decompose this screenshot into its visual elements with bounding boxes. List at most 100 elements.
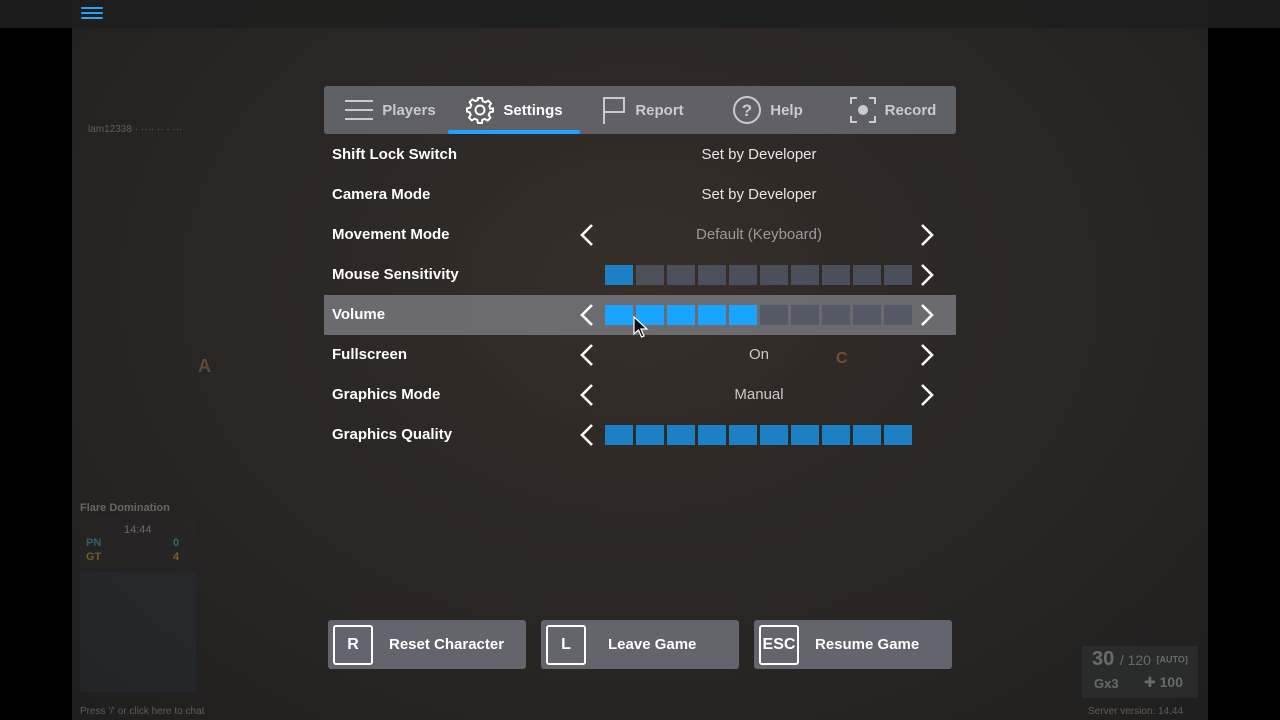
slider-segment[interactable] [791,265,819,285]
graphics-quality-slider[interactable] [605,425,912,445]
chevron-right-icon[interactable] [915,303,939,327]
slider-segment[interactable] [729,265,757,285]
mouse-cursor-icon [633,315,649,338]
team-pn-label: PN [86,537,102,549]
keycap-esc: ESC [759,624,799,665]
slider-segment[interactable] [884,265,912,285]
setting-value: Manual [734,386,784,403]
slider-segment[interactable] [605,305,633,325]
chevron-left-icon[interactable] [575,303,599,327]
slider-segment[interactable] [698,265,726,285]
chevron-left-icon[interactable] [575,343,599,367]
team-gt-score: 4 [173,551,180,563]
slider-segment[interactable] [853,425,881,445]
tab-help[interactable]: ? Help [705,86,830,134]
server-version: Server version: 14.44 [1088,706,1184,717]
slider-segment[interactable] [698,305,726,325]
slider-segment[interactable] [636,265,664,285]
setting-fullscreen[interactable]: Fullscreen On [324,335,956,375]
question-circle-icon: ? [732,95,762,125]
slider-segment[interactable] [822,265,850,285]
tab-report-label: Report [635,101,684,119]
reset-character-button[interactable]: R Reset Character [328,620,526,669]
setting-label: Shift Lock Switch [332,146,458,163]
slider-segment[interactable] [667,265,695,285]
chevron-left-icon[interactable] [575,223,599,247]
slider-segment[interactable] [636,425,664,445]
reset-character-label: Reset Character [389,636,505,653]
slider-segment[interactable] [667,425,695,445]
slider-segment[interactable] [760,305,788,325]
setting-label: Movement Mode [332,226,450,243]
resume-game-label: Resume Game [815,636,920,653]
setting-label: Graphics Quality [332,426,453,443]
grenade-count: Gx3 [1094,676,1119,691]
chevron-right-icon[interactable] [915,383,939,407]
ammo-reserve: / 120 [1119,652,1151,668]
slider-segment[interactable] [760,265,788,285]
slider-segment[interactable] [729,305,757,325]
hamburger-icon [344,98,374,122]
settings-tab-bar: Players Settings Report ? Help Record [324,86,956,134]
mouse-sensitivity-slider[interactable] [605,265,912,285]
slider-segment[interactable] [729,425,757,445]
slider-segment[interactable] [791,425,819,445]
top-bar [0,0,1280,28]
team-pn-score: 0 [173,537,180,549]
chevron-left-icon[interactable] [575,423,599,447]
kill-feed: lam12338 · ···· ·· · ··· [88,124,183,135]
leave-game-button[interactable]: L Leave Game [541,620,739,669]
chevron-right-icon[interactable] [915,343,939,367]
flag-icon [601,95,627,125]
keycap-l: L [546,624,586,665]
leave-game-label: Leave Game [608,636,697,653]
slider-segment[interactable] [884,425,912,445]
tab-record-label: Record [884,101,937,119]
slider-segment[interactable] [822,425,850,445]
chat-hint[interactable]: Press '/' or click here to chat [80,706,204,717]
tab-report[interactable]: Report [580,86,705,134]
slider-segment[interactable] [698,425,726,445]
slider-segment[interactable] [853,265,881,285]
minimap [80,572,196,692]
setting-label: Volume [332,306,386,323]
resume-game-button[interactable]: ESC Resume Game [754,620,952,669]
setting-value: Default (Keyboard) [696,226,822,243]
tab-players-label: Players [382,101,436,119]
tab-settings[interactable]: Settings [448,86,580,134]
tab-players[interactable]: Players [332,86,448,134]
setting-movement-mode[interactable]: Movement Mode Default (Keyboard) [324,215,956,255]
slider-segment[interactable] [791,305,819,325]
settings-list: Shift Lock Switch Set by Developer Camer… [324,135,956,455]
tab-record[interactable]: Record [830,86,955,134]
setting-mouse-sensitivity[interactable]: Mouse Sensitivity [324,255,956,295]
slider-segment[interactable] [822,305,850,325]
record-icon [849,96,877,124]
slider-segment[interactable] [853,305,881,325]
chevron-right-icon[interactable] [915,223,939,247]
team-gt-label: GT [86,551,102,563]
ammo-mag: 30 [1092,648,1115,670]
setting-camera-mode: Camera Mode Set by Developer [324,175,956,215]
slider-segment[interactable] [605,265,633,285]
keycap-r: R [333,624,373,665]
ammo-counter: 30 / 120 [AUTO] [1092,648,1188,671]
slider-segment[interactable] [605,425,633,445]
volume-slider[interactable] [605,305,912,325]
slider-segment[interactable] [884,305,912,325]
setting-value: Set by Developer [701,186,817,203]
hamburger-menu-icon[interactable] [81,4,103,24]
setting-label: Mouse Sensitivity [332,266,459,283]
slider-segment[interactable] [667,305,695,325]
setting-graphics-mode[interactable]: Graphics Mode Manual [324,375,956,415]
setting-label: Graphics Mode [332,386,441,403]
setting-graphics-quality[interactable]: Graphics Quality [324,415,956,455]
tab-settings-label: Settings [503,101,563,119]
slider-segment[interactable] [760,425,788,445]
tab-help-label: Help [770,101,803,119]
game-mode-title: Flare Domination [80,502,170,514]
chevron-right-icon[interactable] [915,263,939,287]
chevron-left-icon[interactable] [575,383,599,407]
match-timer: 14:44 [124,524,152,536]
setting-value: Set by Developer [701,146,817,163]
